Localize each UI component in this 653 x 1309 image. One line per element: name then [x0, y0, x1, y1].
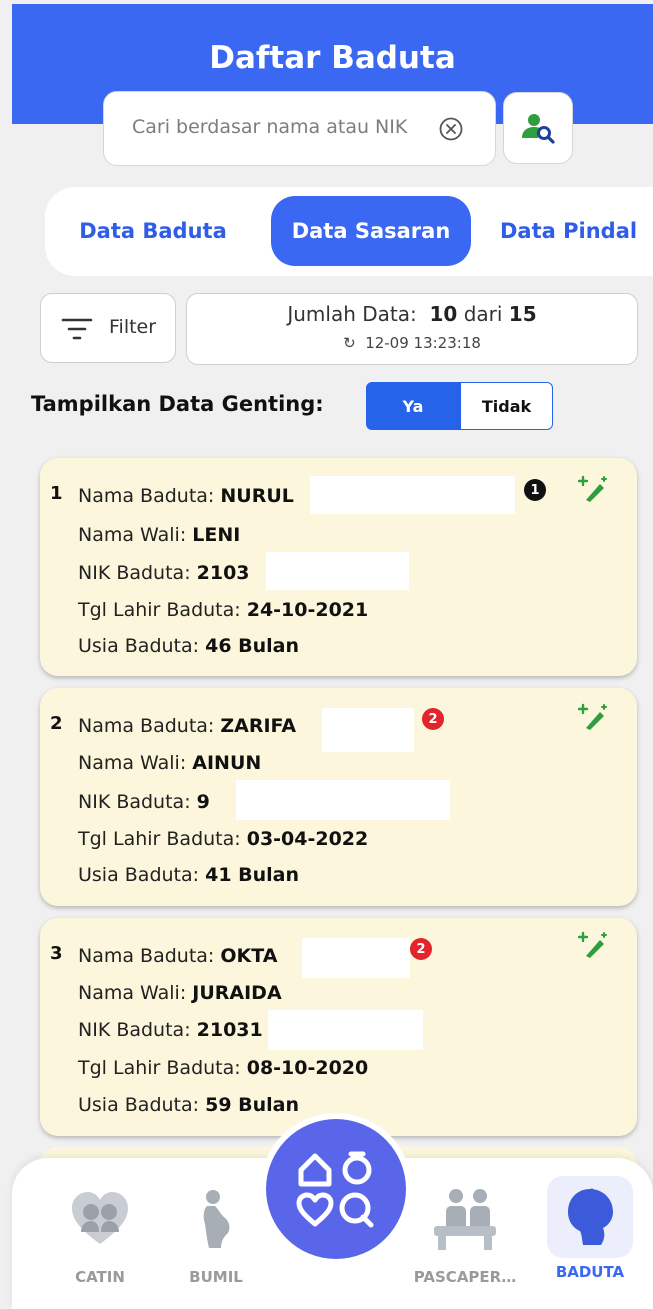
tab-data-sasaran[interactable]: Data Sasaran — [271, 196, 471, 266]
baduta-card[interactable]: 1 Nama Baduta: NURUL Nama Wali: LENI NIK… — [40, 458, 637, 676]
genting-label: Tampilkan Data Genting: — [31, 392, 324, 416]
pregnant-icon — [203, 1190, 230, 1248]
search-placeholder: Cari berdasar nama atau NIK — [132, 116, 408, 138]
redacted-nik — [236, 780, 450, 820]
baduta-card[interactable]: 2 Nama Baduta: ZARIFA Nama Wali: AINUN N… — [40, 688, 637, 906]
sync-icon: ↻ — [343, 334, 356, 352]
tab-data-pindal[interactable]: Data Pindal — [500, 196, 653, 266]
filter-label: Filter — [109, 316, 157, 338]
nama-baduta: Nama Baduta: NURUL — [78, 485, 294, 507]
page-title: Daftar Baduta — [209, 40, 456, 76]
services-grid-icon — [296, 1151, 374, 1228]
home-fab-button[interactable] — [260, 1113, 412, 1265]
sync-time: ↻ 12-09 13:23:18 — [343, 334, 481, 352]
nama-baduta: Nama Baduta: OKTA — [78, 945, 278, 967]
tab-bar: Data Baduta Data Sasaran Data Pindal — [45, 187, 653, 276]
search-user-button[interactable] — [503, 92, 573, 164]
redacted-name — [322, 708, 414, 752]
tgl-lahir: Tgl Lahir Baduta: 24-10-2021 — [78, 599, 369, 621]
nik-baduta: NIK Baduta: 9 — [78, 791, 210, 813]
nav-active-bg — [547, 1176, 633, 1258]
nama-wali: Nama Wali: JURAIDA — [78, 982, 282, 1004]
status-badge: 1 — [524, 479, 546, 501]
tgl-lahir: Tgl Lahir Baduta: 03-04-2022 — [78, 828, 369, 850]
tgl-lahir: Tgl Lahir Baduta: 08-10-2020 — [78, 1057, 369, 1079]
redacted-nik — [268, 1010, 423, 1050]
nav-item-catin[interactable]: CATIN — [60, 1188, 140, 1286]
filter-button[interactable]: Filter — [40, 293, 176, 363]
filter-icon — [61, 318, 93, 340]
edit-icon[interactable] — [578, 702, 610, 734]
fab-inner — [266, 1119, 406, 1259]
search-input[interactable]: Cari berdasar nama atau NIK — [103, 91, 496, 166]
edit-icon[interactable] — [578, 474, 610, 506]
nama-wali: Nama Wali: LENI — [78, 524, 241, 546]
nama-baduta: Nama Baduta: ZARIFA — [78, 715, 297, 737]
genting-no-toggle[interactable]: Tidak — [460, 382, 553, 430]
nik-baduta: NIK Baduta: 2103 — [78, 562, 250, 584]
nama-wali: Nama Wali: AINUN — [78, 752, 262, 774]
redacted-nik — [266, 552, 409, 590]
tab-data-baduta[interactable]: Data Baduta — [60, 196, 246, 266]
redacted-name — [310, 476, 515, 514]
usia-baduta: Usia Baduta: 59 Bulan — [78, 1094, 300, 1116]
nav-item-bumil[interactable]: BUMIL — [176, 1188, 256, 1286]
user-search-icon — [522, 114, 555, 144]
status-badge: 2 — [410, 938, 432, 960]
nav-item-baduta[interactable]: BADUTA — [542, 1176, 638, 1281]
card-number: 2 — [50, 713, 63, 734]
redacted-name — [302, 938, 410, 978]
data-count: Jumlah Data: 10 dari 15 — [287, 302, 537, 326]
genting-yes-toggle[interactable]: Ya — [366, 382, 460, 430]
data-count-box: Jumlah Data: 10 dari 15 ↻ 12-09 13:23:18 — [186, 293, 638, 365]
baduta-card[interactable]: 3 Nama Baduta: OKTA Nama Wali: JURAIDA N… — [40, 918, 637, 1136]
usia-baduta: Usia Baduta: 46 Bulan — [78, 635, 300, 657]
postpartum-icon — [434, 1189, 496, 1250]
status-badge: 2 — [422, 708, 444, 730]
nik-baduta: NIK Baduta: 21031 — [78, 1019, 263, 1041]
baby-icon — [568, 1187, 613, 1245]
card-number: 3 — [50, 943, 63, 964]
clear-icon[interactable] — [438, 116, 464, 142]
usia-baduta: Usia Baduta: 41 Bulan — [78, 864, 300, 886]
couple-icon — [72, 1192, 128, 1244]
nav-item-pascapersalinan[interactable]: PASCAPER… — [410, 1186, 520, 1286]
edit-icon[interactable] — [578, 930, 610, 962]
card-number: 1 — [50, 483, 63, 504]
